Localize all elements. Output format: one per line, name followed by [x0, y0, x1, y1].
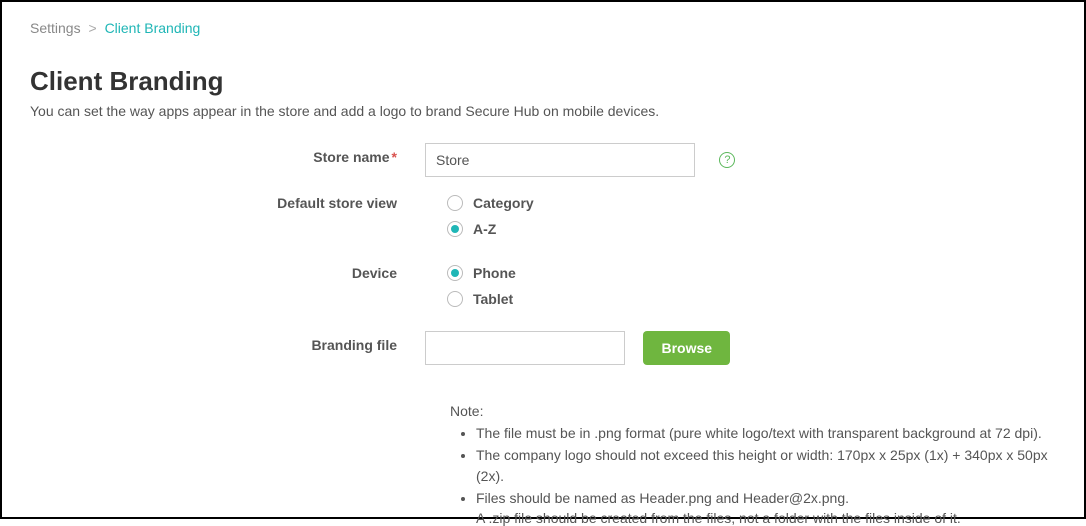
radio-label-az: A-Z: [473, 221, 496, 237]
radio-tablet[interactable]: Tablet: [447, 291, 1056, 307]
breadcrumb: Settings > Client Branding: [30, 14, 1056, 36]
page-subtitle: You can set the way apps appear in the s…: [30, 103, 1056, 119]
radio-label-category: Category: [473, 195, 534, 211]
store-name-label: Store name*: [30, 141, 425, 165]
branding-file-label: Branding file: [30, 329, 425, 353]
radio-phone[interactable]: Phone: [447, 265, 1056, 281]
radio-circle-icon: [447, 265, 463, 281]
radio-label-phone: Phone: [473, 265, 516, 281]
help-icon[interactable]: ?: [719, 152, 735, 168]
radio-circle-icon: [447, 195, 463, 211]
note-item: The file must be in .png format (pure wh…: [476, 423, 1056, 443]
breadcrumb-separator: >: [88, 20, 96, 36]
note-subtext: A .zip file should be created from the f…: [450, 510, 1056, 526]
radio-category[interactable]: Category: [447, 195, 1056, 211]
required-asterisk: *: [392, 149, 397, 165]
note-item: The company logo should not exceed this …: [476, 445, 1056, 486]
store-name-input[interactable]: [425, 143, 695, 177]
default-store-view-label: Default store view: [30, 187, 425, 211]
radio-circle-icon: [447, 221, 463, 237]
radio-circle-icon: [447, 291, 463, 307]
breadcrumb-current[interactable]: Client Branding: [105, 20, 201, 36]
radio-az[interactable]: A-Z: [447, 221, 1056, 237]
page-title: Client Branding: [30, 66, 1056, 97]
note-section: Note: The file must be in .png format (p…: [450, 403, 1056, 526]
browse-button[interactable]: Browse: [643, 331, 730, 365]
note-item: Files should be named as Header.png and …: [476, 488, 1056, 508]
radio-label-tablet: Tablet: [473, 291, 513, 307]
note-title: Note:: [450, 403, 1056, 419]
branding-file-input[interactable]: [425, 331, 625, 365]
device-label: Device: [30, 257, 425, 281]
breadcrumb-parent[interactable]: Settings: [30, 20, 81, 36]
